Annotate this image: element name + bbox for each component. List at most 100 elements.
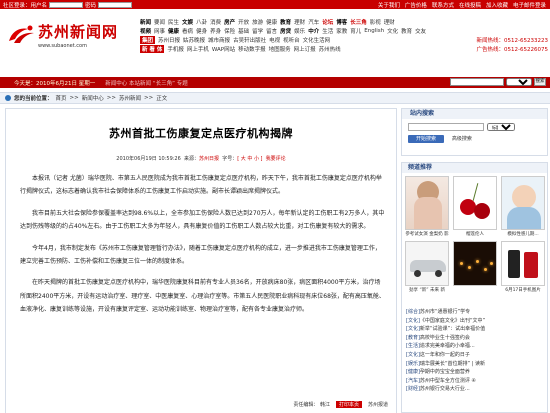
header: 苏州新闻网 www.subaonet.com 新闻 要闻 民生 文娱 八卦 消费… (0, 9, 550, 72)
breadcrumb-home[interactable]: 首页 (56, 94, 67, 102)
site-search-button[interactable]: 开始搜索 (408, 135, 444, 143)
print-button[interactable]: 打印本页 (335, 401, 362, 408)
thumbnail-item[interactable] (453, 241, 497, 293)
main-nav: 新闻 要闻 民生 文娱 八卦 消费 房产 开放 旅游 健康 教育 理财 汽车 论… (140, 17, 548, 53)
list-item[interactable]: [娱乐]瑞华展美长“首位期排” | 读新 (406, 360, 546, 369)
username-input[interactable] (49, 1, 84, 8)
nav-item[interactable]: 要闻 (154, 18, 165, 26)
nav-item[interactable]: 网上订报 (294, 45, 316, 53)
nav-item[interactable]: 视听台 (283, 36, 300, 44)
breadcrumb-sep: >> (144, 95, 154, 101)
site-logo[interactable]: 苏州新闻网 www.subaonet.com (6, 21, 118, 49)
nav-item[interactable]: 中介 (308, 27, 319, 35)
link-ad-price[interactable]: 广告价格 (405, 1, 427, 9)
link-about[interactable]: 关于我们 (378, 1, 400, 9)
nav-item[interactable]: 新闻 (140, 18, 151, 26)
thumbnail-item[interactable]: 参考试女演 金梨奶 影 (405, 176, 449, 237)
nav-item[interactable]: 健康 (168, 27, 179, 35)
nav-item[interactable]: 消费 (210, 18, 221, 26)
breadcrumb-news-center[interactable]: 新闻中心 (82, 94, 104, 102)
breadcrumb-current: 正文 (156, 96, 168, 102)
nav-item[interactable]: 保险 (224, 27, 235, 35)
nav-item[interactable]: 地图服务 (269, 45, 291, 53)
nav-item[interactable]: 电视 (269, 36, 280, 44)
nav-item[interactable]: 苏州日报 (158, 36, 180, 44)
thumbnail-caption: 榴莲伦人 (466, 232, 484, 237)
nav-item[interactable]: 文化生活网 (303, 36, 331, 44)
nav-item[interactable]: 旅游 (252, 18, 263, 26)
list-item[interactable]: [综合]苏州市“通惠银行”学专 (406, 308, 546, 317)
site-search-input[interactable] (408, 123, 484, 131)
list-item[interactable]: [文化]这一年和你一起的日子 (406, 351, 546, 360)
font-size-options[interactable]: [ 大 中 小 ] (237, 156, 262, 162)
nav-item[interactable]: 开放 (238, 18, 249, 26)
nav-item[interactable]: 健康 (266, 18, 277, 26)
thumbnail-item[interactable]: 劲享 “新” 未来 新 (405, 241, 449, 293)
nav-item[interactable]: 理财 (384, 18, 395, 26)
nav-item[interactable]: 苏州热线 (319, 45, 341, 53)
list-item[interactable]: [文化]《中国家庭文化》出刊“文中” (406, 317, 546, 326)
thumbnail-item[interactable]: 6月17日手机图片 (501, 241, 545, 293)
nav-item[interactable]: English (364, 28, 384, 34)
nav-item[interactable]: 文化 (387, 27, 398, 35)
article-paragraph: 今年4月，我市制定发布《苏州市工伤康复管理暂行办法》，随着工伤康复定点医疗机构的… (20, 244, 381, 266)
nav-item[interactable]: 博客 (336, 18, 347, 26)
top-search-select[interactable] (506, 78, 532, 86)
nav-item[interactable]: 教育 (280, 18, 291, 26)
nav-item[interactable]: 留学 (252, 27, 263, 35)
nav-item[interactable]: 汽车 (308, 18, 319, 26)
list-item[interactable]: [教育]高校毕业生十强签约会 (406, 334, 546, 343)
advanced-search-link[interactable]: 高级搜索 (452, 136, 472, 142)
list-item[interactable]: [健康]孕期中药宝宝全面营养 (406, 368, 546, 377)
nav-item[interactable]: 八卦 (196, 18, 207, 26)
nav-item[interactable]: 古吴轩出版社 (233, 36, 266, 44)
nav-item[interactable]: 交友 (415, 27, 426, 35)
nav-item[interactable]: 移动数字报 (238, 45, 266, 53)
nav-item[interactable]: 网事 (154, 27, 165, 35)
breadcrumb-sep: >> (106, 95, 116, 101)
list-item[interactable]: [文化]新举“试验课”：试出幸福价值 (406, 325, 546, 334)
breadcrumb-suzhou-news[interactable]: 苏州新闻 (119, 94, 141, 102)
nav-item[interactable]: 文娱 (182, 18, 193, 26)
top-search-button[interactable]: 搜索 (534, 78, 546, 86)
comment-link[interactable]: 我要评论 (266, 156, 286, 162)
nav-item[interactable]: 房产 (224, 18, 235, 26)
nav-item[interactable]: 健身 (196, 27, 207, 35)
nav-item[interactable]: 养身 (210, 27, 221, 35)
thumbnail-item[interactable]: 榴莲伦人 (453, 176, 497, 237)
link-favorite[interactable]: 加入收藏 (486, 1, 508, 9)
list-item[interactable]: [财经]苏州银行交易大行业... (406, 385, 546, 394)
nav-item[interactable]: 教育 (401, 27, 412, 35)
nav-item[interactable]: 影视 (370, 18, 381, 26)
nav-item[interactable]: 娱乐 (294, 27, 305, 35)
thumbnail-item[interactable]: 模拟性感儿期... (501, 176, 545, 237)
nav-item[interactable]: 手机报 (167, 45, 184, 53)
list-item[interactable]: [生活]追求完美幸福的小幸福... (406, 342, 546, 351)
nav-item[interactable]: 论坛 (322, 18, 333, 26)
nav-item[interactable]: 理财 (294, 18, 305, 26)
news-ticker[interactable]: 新闻中心 本站新闻 “长三角” 专题 (105, 79, 187, 87)
list-item[interactable]: [汽车]苏州中型车全方位测评 ④ (406, 377, 546, 386)
top-search-input[interactable] (450, 78, 504, 86)
nav-item[interactable]: 育儿 (350, 27, 361, 35)
site-search-field-select[interactable]: 标题 (487, 123, 515, 131)
password-input[interactable] (98, 1, 133, 8)
nav-item[interactable]: 房贷 (280, 27, 291, 35)
nav-item[interactable]: 网上手机 (187, 45, 209, 53)
nav-item[interactable]: WAP网站 (212, 45, 235, 53)
nav-item[interactable]: 家教 (336, 27, 347, 35)
nav-item[interactable]: 长三角 (350, 18, 367, 26)
nav-item[interactable]: 姑苏晚报 (183, 36, 205, 44)
nav-item[interactable]: 生活 (322, 27, 333, 35)
link-submit[interactable]: 在线投稿 (459, 1, 481, 9)
nav-item[interactable]: 视频 (140, 27, 151, 35)
link-contact[interactable]: 联系方式 (432, 1, 454, 9)
article-source[interactable]: 苏州日报 (199, 156, 219, 162)
nav-item[interactable]: 看病 (182, 27, 193, 35)
cherries-image (453, 176, 497, 230)
nav-item[interactable]: 城市商报 (208, 36, 230, 44)
link-email[interactable]: 电子邮件登录 (513, 1, 546, 9)
nav-item[interactable]: 民生 (168, 18, 179, 26)
nav-item[interactable]: 留言 (266, 27, 277, 35)
nav-item[interactable]: 基础 (238, 27, 249, 35)
